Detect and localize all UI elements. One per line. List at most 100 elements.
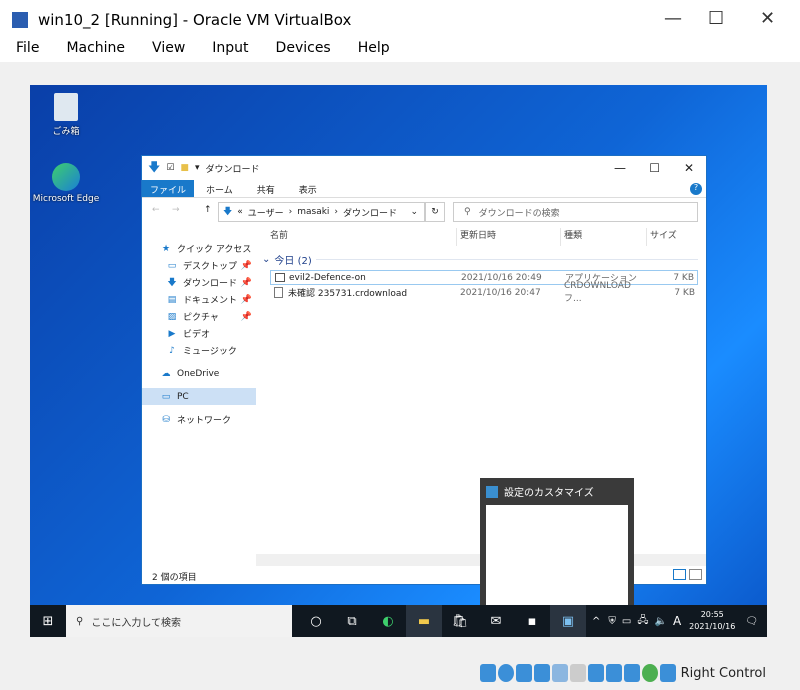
file-explorer-icon[interactable]: ▬ — [406, 605, 442, 637]
breadcrumb-downloads[interactable]: ダウンロード — [343, 206, 397, 219]
guest-additions-icon[interactable] — [641, 664, 658, 682]
menu-input[interactable]: Input — [212, 40, 248, 62]
start-button[interactable]: ⊞ — [30, 605, 66, 637]
search-icon: ⚲ — [464, 207, 471, 217]
menu-bar: File Machine View Input Devices Help — [0, 40, 800, 62]
download-icon: 🡇 — [223, 207, 233, 217]
close-button[interactable]: ✕ — [760, 8, 775, 29]
maximize-button[interactable]: ☐ — [708, 8, 724, 29]
menu-view[interactable]: View — [152, 40, 185, 62]
address-bar[interactable]: 🡇 « ユーザー › masaki › ダウンロード ⌄ — [218, 202, 425, 222]
column-name[interactable]: 名前 — [270, 228, 456, 246]
audio-icon[interactable] — [515, 664, 532, 682]
network-icon[interactable]: 🖧 — [637, 613, 648, 630]
group-today[interactable]: ⌄ 今日 (2) — [262, 252, 698, 267]
sidebar-item-network[interactable]: ⛁ ネットワーク — [142, 411, 256, 428]
column-size[interactable]: サイズ — [646, 228, 677, 246]
file-icon — [274, 287, 283, 298]
vm-status-bar: Right Control — [479, 664, 766, 682]
application-icon — [275, 273, 285, 282]
show-hidden-icons[interactable]: ^ — [592, 616, 600, 627]
hard-disk-icon[interactable] — [479, 664, 496, 682]
large-icons-view-button[interactable] — [689, 569, 702, 580]
sidebar-item-music[interactable]: ♪ ミュージック — [142, 342, 256, 359]
desktop-icon-edge[interactable]: Microsoft Edge — [31, 163, 101, 204]
column-date[interactable]: 更新日時 — [456, 228, 560, 246]
title-bar: win10_2 [Running] - Oracle VM VirtualBox… — [0, 0, 800, 40]
ime-indicator[interactable]: A — [673, 614, 681, 628]
network-icon: ⛁ — [162, 414, 170, 425]
refresh-button[interactable]: ↻ — [425, 202, 445, 222]
explorer-maximize-button[interactable]: ☐ — [649, 161, 660, 175]
minimize-button[interactable]: — — [664, 8, 682, 29]
volume-icon[interactable]: 🔈 — [655, 616, 667, 627]
up-button[interactable]: ↑ — [204, 205, 212, 215]
explorer-minimize-button[interactable]: — — [614, 161, 626, 175]
task-view-icon[interactable]: ⧉ — [334, 605, 370, 637]
notification-icon[interactable]: 🗨 — [745, 616, 758, 627]
battery-icon[interactable]: ▭ — [622, 616, 631, 627]
address-dropdown-icon[interactable]: ⌄ — [410, 207, 418, 217]
display-icon[interactable] — [587, 664, 604, 682]
download-icon: 🡇 — [148, 159, 161, 174]
keyboard-capture-icon[interactable] — [659, 664, 676, 682]
taskbar-thumbnail-preview[interactable]: 設定のカスタマイズ — [480, 478, 634, 606]
clock[interactable]: 20:55 2021/10/16 — [689, 609, 735, 633]
defender-icon[interactable]: ⛨ — [608, 616, 616, 627]
pin-icon[interactable]: 📌 — [241, 295, 252, 305]
tab-share[interactable]: 共有 — [245, 180, 287, 197]
sidebar-item-document[interactable]: ▤ ドキュメント 📌 — [142, 291, 256, 308]
tab-file[interactable]: ファイル — [142, 180, 195, 197]
file-row[interactable]: 未確認 235731.crdownload 2021/10/16 20:47 C… — [270, 281, 698, 304]
sidebar-item-pc[interactable]: ▭ PC — [142, 388, 256, 405]
column-type[interactable]: 種類 — [560, 228, 646, 246]
sidebar-item-desktop[interactable]: ▭ デスクトップ 📌 — [142, 257, 256, 274]
breadcrumb-users[interactable]: ユーザー — [248, 206, 284, 219]
breadcrumb-masaki[interactable]: masaki — [297, 207, 329, 217]
column-headers: 名前 更新日時 種類 サイズ — [270, 228, 698, 246]
guest-screen[interactable]: ごみ箱 Microsoft Edge 🡇 ☑ ■ ▾ ダウンロード — ☐ ✕ … — [30, 85, 767, 637]
settings-app-icon — [486, 485, 498, 498]
explorer-close-button[interactable]: ✕ — [684, 161, 694, 175]
pin-icon[interactable]: 📌 — [241, 261, 252, 271]
virtualbox-icon — [12, 12, 28, 28]
cortana-icon[interactable]: ○ — [298, 605, 334, 637]
cpu-icon[interactable] — [623, 664, 640, 682]
taskbar-search[interactable]: ⚲ ここに入力して検索 — [66, 605, 292, 637]
network-adapter-icon[interactable] — [533, 664, 550, 682]
terminal-icon[interactable]: ▪ — [514, 605, 550, 637]
store-icon[interactable]: 🛍 — [442, 605, 478, 637]
optical-drive-icon[interactable] — [497, 664, 514, 682]
status-text: 2 個の項目 — [152, 573, 197, 583]
video-capture-icon[interactable] — [605, 664, 622, 682]
sidebar-item-video[interactable]: ▶ ビデオ — [142, 325, 256, 342]
properties-icon[interactable]: ☑ — [166, 163, 174, 173]
details-view-button[interactable] — [673, 569, 686, 580]
sidebar-item-download[interactable]: 🡇 ダウンロード 📌 — [142, 274, 256, 291]
tab-home[interactable]: ホーム — [194, 180, 245, 197]
host-key-label: Right Control — [680, 665, 766, 681]
desktop-icon-recycle-bin[interactable]: ごみ箱 — [31, 93, 101, 137]
back-button[interactable]: ← — [152, 205, 160, 215]
menu-machine[interactable]: Machine — [66, 40, 125, 62]
edge-icon[interactable]: ◐ — [370, 605, 406, 637]
video-icon: ▶ — [168, 328, 176, 339]
pin-icon[interactable]: 📌 — [241, 312, 252, 322]
tab-view[interactable]: 表示 — [287, 180, 329, 197]
quick-access-dropdown-icon[interactable]: ▾ — [195, 163, 200, 173]
help-icon[interactable]: ? — [690, 183, 702, 195]
sidebar-item-star[interactable]: ★ クイック アクセス — [142, 240, 256, 257]
sidebar-item-cloud[interactable]: ☁ OneDrive — [142, 365, 256, 382]
search-input[interactable]: ⚲ ダウンロードの検索 — [453, 202, 698, 222]
shared-folder-icon[interactable] — [569, 664, 586, 682]
menu-devices[interactable]: Devices — [276, 40, 331, 62]
usb-icon[interactable] — [551, 664, 568, 682]
forward-button[interactable]: → — [172, 205, 180, 215]
mail-icon[interactable]: ✉ — [478, 605, 514, 637]
menu-file[interactable]: File — [16, 40, 39, 62]
menu-help[interactable]: Help — [358, 40, 390, 62]
pin-icon[interactable]: 📌 — [241, 278, 252, 288]
search-icon: ⚲ — [76, 615, 84, 627]
settings-app-icon[interactable]: ▣ — [550, 605, 586, 637]
sidebar-item-picture[interactable]: ▨ ピクチャ 📌 — [142, 308, 256, 325]
